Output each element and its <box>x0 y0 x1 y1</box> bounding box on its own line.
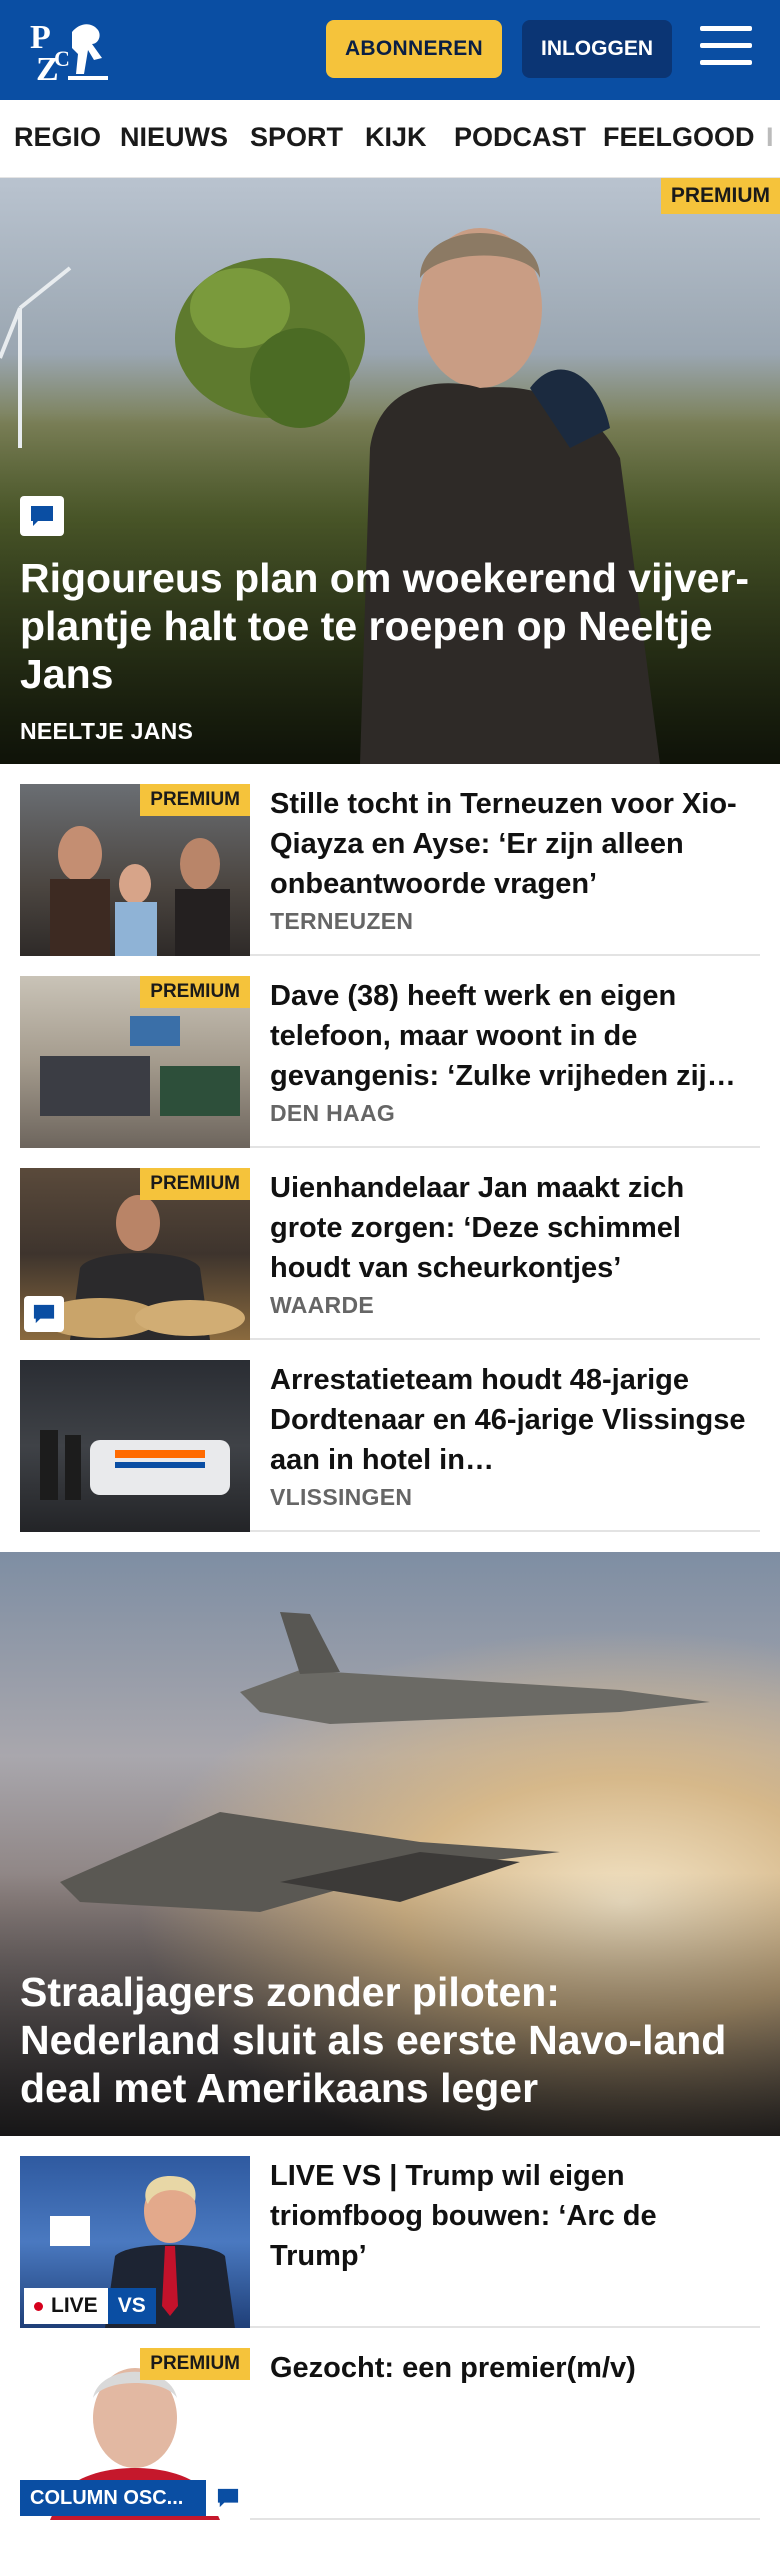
list-item[interactable]: PREMIUM COLUMN OSC... Gezocht: een premi… <box>20 2328 760 2520</box>
feature-article[interactable]: Straaljagers zonder piloten: Nederland s… <box>0 1552 780 2136</box>
article-thumbnail: PREMIUM COLUMN OSC... <box>20 2348 250 2520</box>
premium-badge: PREMIUM <box>660 178 780 214</box>
premium-badge: PREMIUM <box>140 1168 250 1200</box>
article-location: VLISSINGEN <box>270 1484 413 1510</box>
column-label: COLUMN OSC... <box>20 2480 206 2516</box>
article-location: TERNEUZEN <box>270 908 414 934</box>
live-label: LIVE <box>51 2294 98 2317</box>
article-headline[interactable]: Dave (38) heeft werk en eigen telefoon, … <box>270 976 760 1096</box>
comment-icon <box>24 1296 64 1332</box>
article-headline[interactable]: Uienhandelaar Jan maakt zich grote zorge… <box>270 1168 760 1288</box>
article-headline[interactable]: LIVE VS | Trump wil eigen triomfboog bou… <box>270 2156 760 2276</box>
nav-item-kijk[interactable]: KIJK <box>365 122 427 153</box>
hero-location: NEELTJE JANS <box>20 718 194 744</box>
list-item[interactable]: PREMIUM Uienhandelaar Jan maakt zich gro… <box>20 1148 760 1340</box>
column-badge: COLUMN OSC... <box>20 2480 250 2516</box>
plant-illustration <box>175 258 365 428</box>
nav-item-nieuws[interactable]: NIEUWS <box>120 122 228 153</box>
nav-item-regio[interactable]: REGIO <box>14 122 101 153</box>
live-badge: LIVE VS <box>24 2288 156 2324</box>
article-thumbnail: PREMIUM <box>20 976 250 1148</box>
top-header: P Z C ABONNEREN INLOGGEN <box>0 0 780 100</box>
wind-turbine-illustration <box>0 266 72 448</box>
list-item[interactable]: PREMIUM Dave (38) heeft werk en eigen te… <box>20 956 760 1148</box>
comment-icon <box>206 2480 250 2516</box>
list-item[interactable]: Arrestatieteam houdt 48-jarige Dordtenaa… <box>20 1340 760 1532</box>
premium-badge: PREMIUM <box>140 976 250 1008</box>
nav-item-sport[interactable]: SPORT <box>250 122 343 153</box>
hero-headline[interactable]: Rigoureus plan om woekerend vijver­plant… <box>20 554 760 698</box>
live-dot-icon <box>34 2301 43 2311</box>
article-headline[interactable]: Gezocht: een premier(m/v) <box>270 2348 760 2388</box>
article-location: DEN HAAG <box>270 1100 396 1126</box>
hamburger-menu-icon[interactable] <box>700 26 752 70</box>
section-nav: REGIO NIEUWS SPORT KIJK PODCAST FEELGOOD… <box>0 100 780 178</box>
article-location: WAARDE <box>270 1292 375 1318</box>
comment-icon <box>20 496 64 536</box>
nav-item-overflow[interactable]: I <box>766 122 774 153</box>
feature-headline[interactable]: Straaljagers zonder piloten: Nederland s… <box>20 1968 760 2112</box>
list-item[interactable]: PREMIUM Stille tocht in Terneuzen voor X… <box>20 764 760 956</box>
login-button[interactable]: INLOGGEN <box>522 20 672 78</box>
region-label: VS <box>107 2288 156 2324</box>
list-item[interactable]: LIVE VS LIVE VS | Trump wil eigen triomf… <box>20 2136 760 2328</box>
premium-badge: PREMIUM <box>140 784 250 816</box>
hero-article[interactable]: PREMIUM Rigoureus plan om woekerend vijv… <box>0 178 780 764</box>
nav-item-feelgood[interactable]: FEELGOOD <box>603 122 755 153</box>
svg-text:C: C <box>54 46 70 71</box>
article-thumbnail <box>20 1360 250 1532</box>
article-thumbnail: LIVE VS <box>20 2156 250 2328</box>
pzc-logo[interactable]: P Z C <box>28 14 110 86</box>
nav-item-podcast[interactable]: PODCAST <box>454 122 586 153</box>
premium-badge: PREMIUM <box>140 2348 250 2380</box>
article-headline[interactable]: Stille tocht in Terneuzen voor Xi­o-Qiay… <box>270 784 760 904</box>
article-thumbnail: PREMIUM <box>20 1168 250 1340</box>
article-headline[interactable]: Arrestatieteam houdt 48-jarige Dordtenaa… <box>270 1360 760 1480</box>
article-thumbnail: PREMIUM <box>20 784 250 956</box>
subscribe-button[interactable]: ABONNEREN <box>326 20 502 78</box>
